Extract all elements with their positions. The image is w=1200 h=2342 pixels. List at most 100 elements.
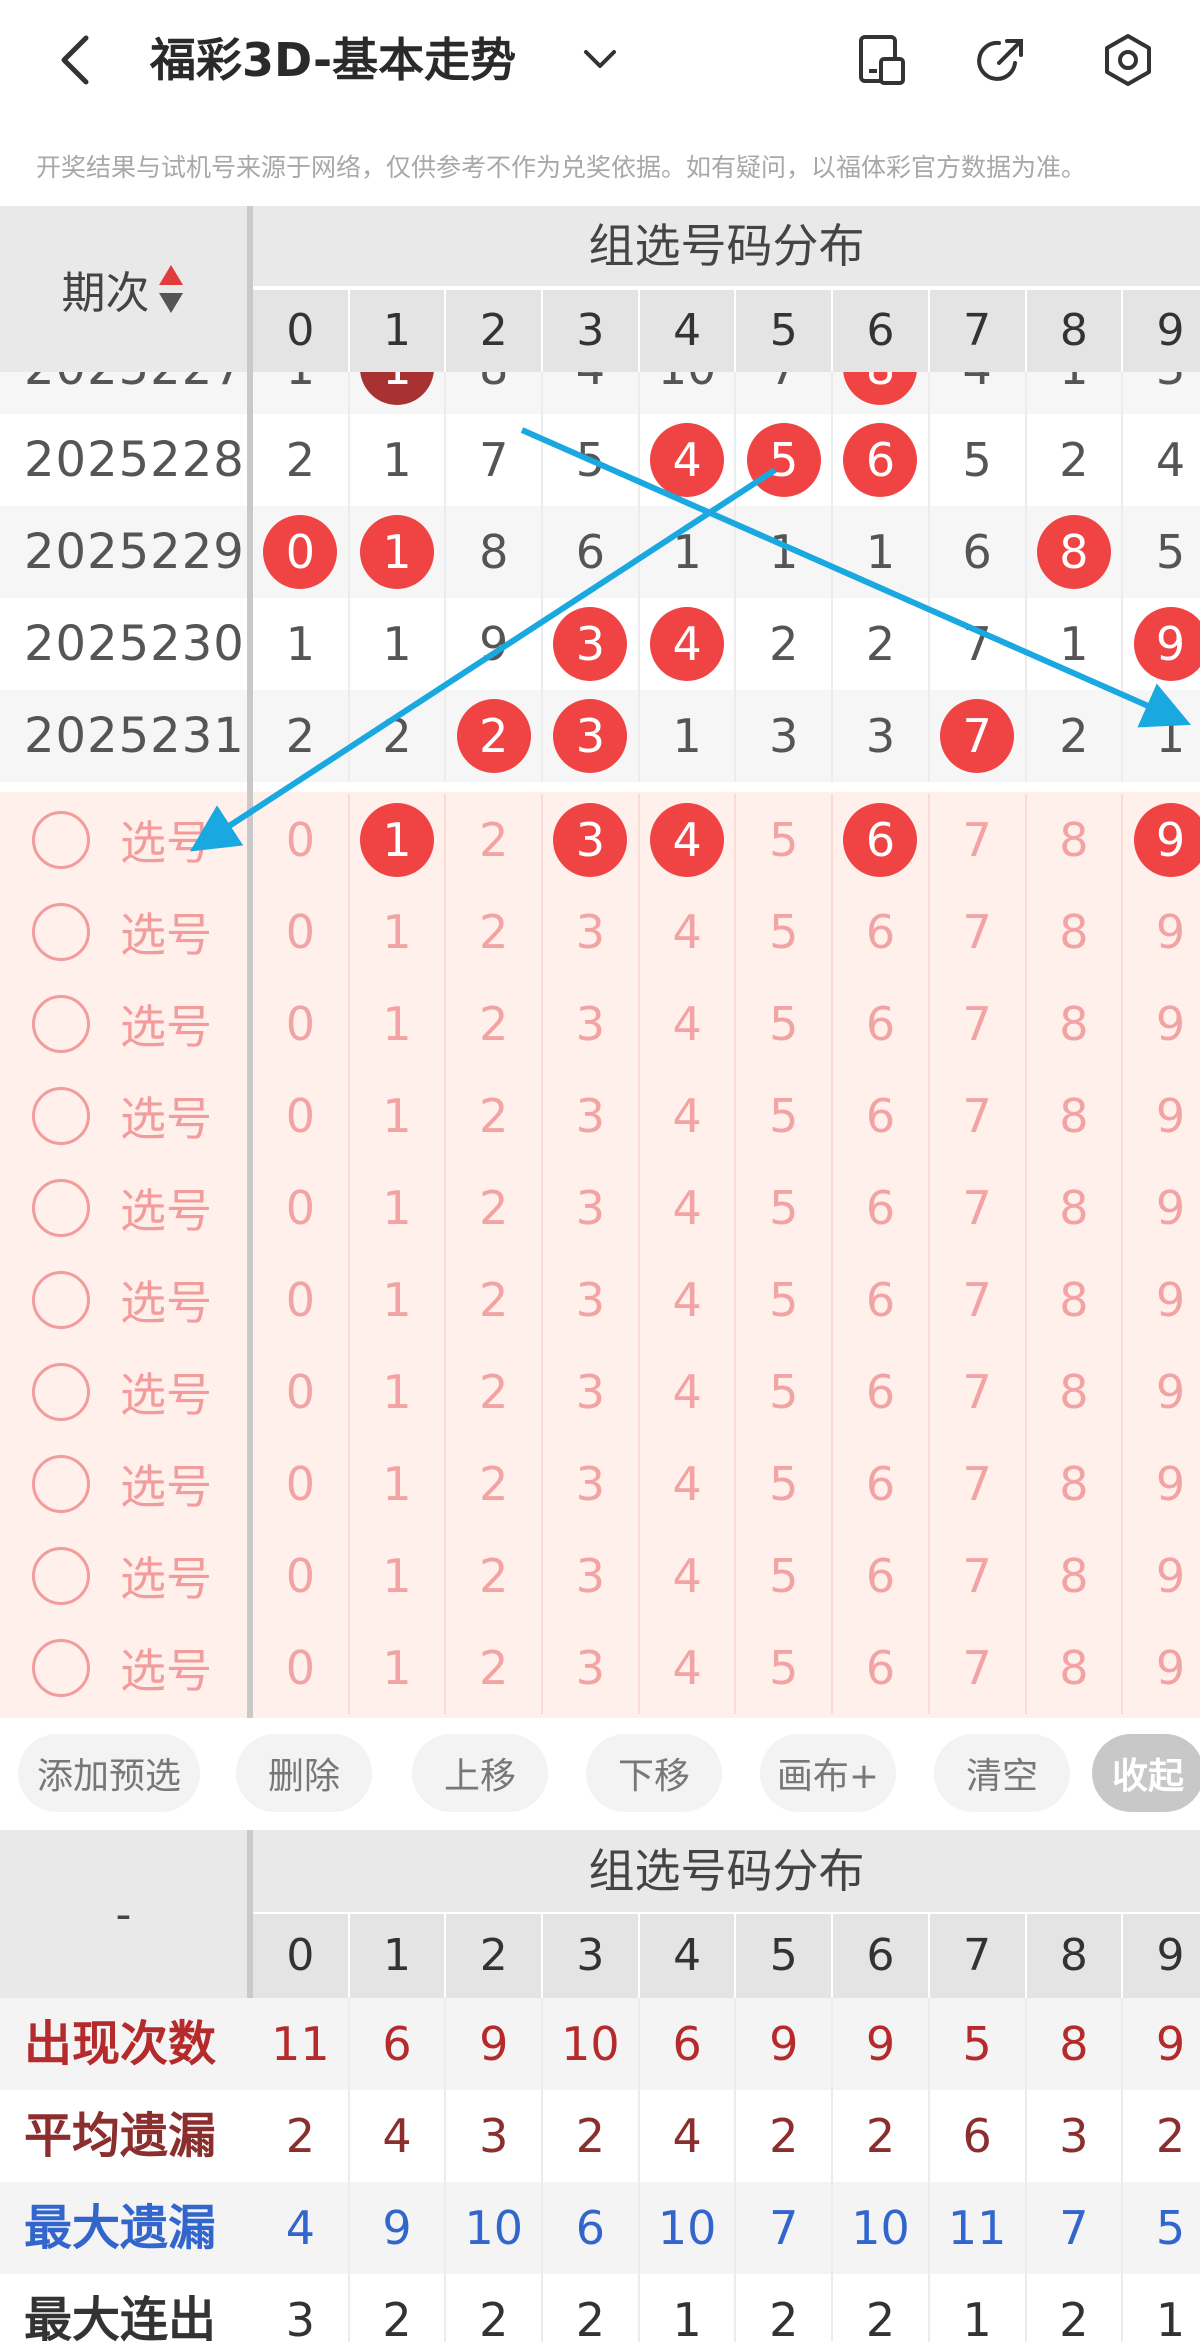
pick-digit-cell[interactable]: 7 — [930, 886, 1027, 978]
pick-digit-cell[interactable]: 5 — [736, 1162, 834, 1254]
radio-circle-icon[interactable] — [32, 1455, 90, 1513]
draw-row[interactable]: 2025227 1 1 8 4 10 7 8 4 1 3 — [0, 372, 1200, 414]
pick-digit-cell[interactable]: 9 — [1123, 1254, 1200, 1346]
delete-button[interactable]: 删除 — [236, 1734, 372, 1812]
pick-digit-cell[interactable]: 4 — [640, 1622, 737, 1714]
pick-digit-cell[interactable]: 9 — [1123, 1346, 1200, 1438]
pick-row-selector[interactable]: 选号 — [0, 1254, 247, 1346]
pick-digit-cell[interactable]: 2 — [446, 1438, 544, 1530]
move-down-button[interactable]: 下移 — [586, 1734, 722, 1812]
pick-digit-cell[interactable]: 4 — [640, 1162, 737, 1254]
pick-digit-cell[interactable]: 2 — [446, 978, 544, 1070]
pick-digit-cell[interactable]: 7 — [930, 1346, 1027, 1438]
pick-digit-cell[interactable]: 8 — [1027, 886, 1124, 978]
pick-row-selector[interactable]: 选号 — [0, 1622, 247, 1714]
pick-digit-cell[interactable]: 0 — [253, 1070, 350, 1162]
pick-digit-cell[interactable]: 8 — [1027, 1622, 1124, 1714]
pick-digit-cell[interactable]: 6 — [833, 886, 930, 978]
pick-row-selector[interactable]: 选号 — [0, 978, 247, 1070]
draw-row[interactable]: 2025228 2 1 7 5 4 5 6 5 2 4 — [0, 414, 1200, 506]
pick-digit-cell[interactable]: 1 — [350, 794, 447, 886]
pick-digit-cell[interactable]: 1 — [350, 978, 447, 1070]
page-title[interactable]: 福彩3D-基本走势 — [150, 28, 516, 92]
pick-digit-cell[interactable]: 5 — [736, 886, 834, 978]
pick-digit-cell[interactable]: 8 — [1027, 1162, 1124, 1254]
pick-digit-cell[interactable]: 0 — [253, 1162, 350, 1254]
back-icon[interactable] — [46, 30, 106, 90]
pick-digit-cell[interactable]: 6 — [833, 1622, 930, 1714]
draw-results-list[interactable]: 2025227118410784132025228217545652420252… — [0, 372, 1200, 792]
pick-digit-cell[interactable]: 9 — [1123, 886, 1200, 978]
pick-row[interactable]: 选号 0 1 2 3 4 5 6 7 8 9 — [0, 794, 1200, 886]
radio-circle-icon[interactable] — [32, 995, 90, 1053]
pick-row-selector[interactable]: 选号 — [0, 1346, 247, 1438]
pick-digit-cell[interactable]: 7 — [930, 1254, 1027, 1346]
pick-digit-cell[interactable]: 6 — [833, 1254, 930, 1346]
pick-digit-cell[interactable]: 0 — [253, 1530, 350, 1622]
pick-digit-cell[interactable]: 4 — [640, 1438, 737, 1530]
radio-circle-icon[interactable] — [32, 1271, 90, 1329]
pick-digit-cell[interactable]: 3 — [543, 794, 640, 886]
pick-digit-cell[interactable]: 3 — [543, 978, 640, 1070]
pick-digit-cell[interactable]: 5 — [736, 1346, 834, 1438]
draw-row[interactable]: 2025229 0 1 8 6 1 1 1 6 8 5 — [0, 506, 1200, 598]
pick-digit-cell[interactable]: 0 — [253, 794, 350, 886]
pick-digit-cell[interactable]: 6 — [833, 1162, 930, 1254]
pick-digit-cell[interactable]: 8 — [1027, 1438, 1124, 1530]
pick-digit-cell[interactable]: 9 — [1123, 1622, 1200, 1714]
pick-row[interactable]: 选号 0 1 2 3 4 5 6 7 8 9 — [0, 1530, 1200, 1622]
pick-digit-cell[interactable]: 8 — [1027, 1070, 1124, 1162]
pick-digit-cell[interactable]: 1 — [350, 1346, 447, 1438]
pick-digit-cell[interactable]: 5 — [736, 1438, 834, 1530]
move-up-button[interactable]: 上移 — [412, 1734, 548, 1812]
pick-digit-cell[interactable]: 5 — [736, 1622, 834, 1714]
settings-icon[interactable] — [1098, 30, 1158, 90]
pick-row-selector[interactable]: 选号 — [0, 1162, 247, 1254]
pick-digit-cell[interactable]: 2 — [446, 1346, 544, 1438]
pick-digit-cell[interactable]: 4 — [640, 794, 737, 886]
pick-digit-cell[interactable]: 9 — [1123, 1070, 1200, 1162]
pick-digit-cell[interactable]: 7 — [930, 1530, 1027, 1622]
pick-digit-cell[interactable]: 1 — [350, 1162, 447, 1254]
pick-row[interactable]: 选号 0 1 2 3 4 5 6 7 8 9 — [0, 978, 1200, 1070]
pick-digit-cell[interactable]: 7 — [930, 978, 1027, 1070]
pick-row-selector[interactable]: 选号 — [0, 1438, 247, 1530]
pick-digit-cell[interactable]: 8 — [1027, 1530, 1124, 1622]
pick-digit-cell[interactable]: 9 — [1123, 794, 1200, 886]
pick-digit-cell[interactable]: 7 — [930, 794, 1027, 886]
pick-digit-cell[interactable]: 0 — [253, 1254, 350, 1346]
pick-digit-cell[interactable]: 1 — [350, 1622, 447, 1714]
pick-row-selector[interactable]: 选号 — [0, 794, 247, 886]
pick-row-selector[interactable]: 选号 — [0, 886, 247, 978]
pick-row[interactable]: 选号 0 1 2 3 4 5 6 7 8 9 — [0, 1622, 1200, 1714]
pick-row[interactable]: 选号 0 1 2 3 4 5 6 7 8 9 — [0, 886, 1200, 978]
pick-digit-cell[interactable]: 0 — [253, 1622, 350, 1714]
pick-row[interactable]: 选号 0 1 2 3 4 5 6 7 8 9 — [0, 1254, 1200, 1346]
pick-digit-cell[interactable]: 3 — [543, 1622, 640, 1714]
pick-digit-cell[interactable]: 4 — [640, 886, 737, 978]
pick-digit-cell[interactable]: 1 — [350, 1530, 447, 1622]
pick-digit-cell[interactable]: 3 — [543, 1162, 640, 1254]
radio-circle-icon[interactable] — [32, 1639, 90, 1697]
sort-icon[interactable] — [156, 261, 186, 317]
pick-digit-cell[interactable]: 8 — [1027, 978, 1124, 1070]
pick-digit-cell[interactable]: 9 — [1123, 1162, 1200, 1254]
pick-digit-cell[interactable]: 2 — [446, 1622, 544, 1714]
pick-digit-cell[interactable]: 9 — [1123, 978, 1200, 1070]
pick-digit-cell[interactable]: 1 — [350, 1438, 447, 1530]
pick-digit-cell[interactable]: 7 — [930, 1622, 1027, 1714]
pick-digit-cell[interactable]: 4 — [640, 978, 737, 1070]
pick-digit-cell[interactable]: 4 — [640, 1346, 737, 1438]
pick-digit-cell[interactable]: 6 — [833, 1530, 930, 1622]
canvas-button[interactable]: 画布+ — [760, 1734, 896, 1812]
pick-digit-cell[interactable]: 2 — [446, 794, 544, 886]
pick-digit-cell[interactable]: 3 — [543, 1530, 640, 1622]
pick-digit-cell[interactable]: 3 — [543, 886, 640, 978]
radio-circle-icon[interactable] — [32, 1363, 90, 1421]
pick-row-selector[interactable]: 选号 — [0, 1530, 247, 1622]
pick-digit-cell[interactable]: 7 — [930, 1162, 1027, 1254]
pick-digit-cell[interactable]: 3 — [543, 1070, 640, 1162]
pick-row[interactable]: 选号 0 1 2 3 4 5 6 7 8 9 — [0, 1438, 1200, 1530]
device-icon[interactable] — [852, 30, 912, 90]
pick-row[interactable]: 选号 0 1 2 3 4 5 6 7 8 9 — [0, 1346, 1200, 1438]
